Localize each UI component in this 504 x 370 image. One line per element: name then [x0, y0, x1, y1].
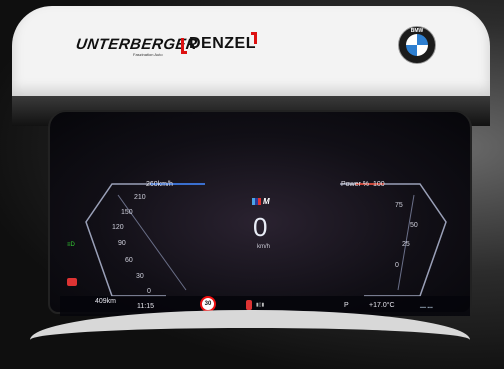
speed-unit: km/h — [257, 244, 271, 250]
power-max: 100 — [373, 181, 385, 188]
assist-icons: ▮▯▮ — [256, 302, 265, 308]
speedo-max-label: 260km/h — [146, 181, 173, 188]
speed-tick: 210 — [134, 194, 146, 201]
power-label: Power % — [341, 181, 370, 188]
power-tick: 0 — [395, 262, 399, 269]
speed-tick: 150 — [121, 209, 133, 216]
outside-temperature: +17.0°C — [369, 302, 395, 309]
power-tick: 75 — [395, 202, 403, 209]
current-speed: 0 — [253, 212, 268, 242]
speed-tick: 120 — [112, 224, 124, 231]
m-mode-badge: M — [263, 197, 270, 206]
parking-light-icon: ≡D — [67, 242, 75, 248]
speed-tick: 60 — [125, 257, 133, 264]
warning-light-icon — [67, 278, 77, 286]
seatbelt-warning-icon — [246, 300, 252, 310]
speed-tick: 30 — [136, 273, 144, 280]
gear-indicator: P — [344, 302, 349, 309]
clock: 11:15 — [137, 303, 154, 310]
m-stripe-red — [258, 198, 261, 205]
range-readout: 409km — [95, 298, 117, 305]
power-tick: 50 — [410, 222, 418, 229]
speedometer-outline — [85, 183, 166, 297]
power-gauge-outline — [340, 183, 447, 297]
speed-tick: 90 — [118, 240, 126, 247]
speed-tick: 0 — [147, 288, 151, 295]
power-tick: 25 — [402, 241, 410, 248]
steering-wheel — [30, 310, 470, 370]
m-sport-indicator: ━━ ▪▪▪ — [420, 305, 433, 311]
